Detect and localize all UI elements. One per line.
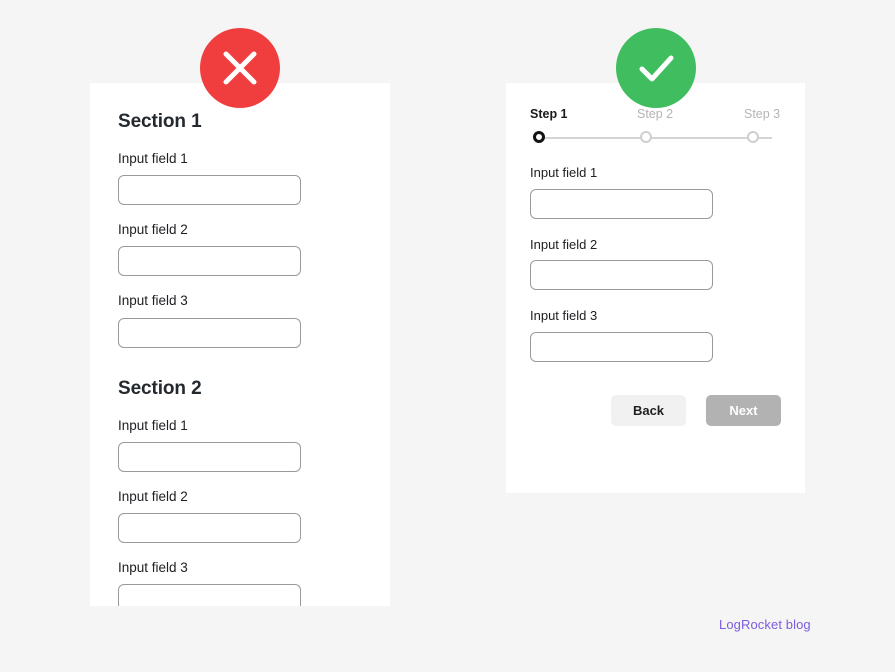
section2-input-1[interactable] — [118, 441, 301, 472]
field-label: Input field 1 — [118, 417, 188, 433]
field-label: Input field 1 — [118, 151, 188, 166]
form-field: Input field 2 — [118, 222, 362, 277]
field-label: Input field 3 — [118, 559, 188, 575]
section2-input-3[interactable] — [118, 584, 301, 606]
section1-input-1[interactable] — [118, 175, 301, 206]
checkmark-icon — [639, 55, 674, 82]
step-dot-2[interactable] — [640, 131, 652, 143]
step-progress-indicator: Step 1 Step 2 Step 3 — [530, 107, 781, 151]
close-x-icon — [223, 51, 257, 85]
section-2-title: Section 2 — [118, 377, 202, 399]
section2-input-2[interactable] — [118, 512, 301, 543]
long-form-card: Section 1 Input field 1 Input field 2 In… — [90, 83, 390, 606]
field-label: Input field 2 — [530, 236, 598, 252]
logrocket-blog-credit[interactable]: LogRocket blog — [719, 617, 811, 632]
step-label-1[interactable]: Step 1 — [530, 107, 568, 121]
form-field: Input field 3 — [118, 560, 362, 606]
section1-input-3[interactable] — [118, 317, 301, 348]
step-dot-1[interactable] — [533, 131, 545, 143]
step-input-3[interactable] — [530, 331, 713, 362]
form-field: Input field 1 — [118, 151, 362, 206]
field-label: Input field 1 — [530, 165, 598, 180]
back-button[interactable]: Back — [611, 394, 686, 426]
form-field: Input field 1 — [118, 418, 362, 472]
field-label: Input field 2 — [118, 488, 188, 504]
step-input-1[interactable] — [530, 188, 713, 219]
field-label: Input field 3 — [118, 293, 188, 309]
form-field: Input field 3 — [118, 293, 362, 348]
stepper-form-card: Step 1 Step 2 Step 3 Input field 1 Input… — [506, 83, 805, 493]
field-label: Input field 2 — [118, 222, 188, 238]
form-actions: Back Next — [530, 394, 781, 426]
step-input-2[interactable] — [530, 260, 713, 291]
form-field: Input field 3 — [530, 308, 781, 362]
success-badge — [616, 28, 696, 108]
comparison-canvas: Section 1 Input field 1 Input field 2 In… — [0, 0, 895, 672]
step-dot-3[interactable] — [747, 131, 759, 143]
field-label: Input field 3 — [530, 308, 598, 324]
form-field: Input field 1 — [530, 165, 781, 219]
step-connector-line — [539, 137, 772, 139]
section1-input-2[interactable] — [118, 246, 301, 277]
section-1-title: Section 1 — [118, 111, 202, 132]
step-label-3[interactable]: Step 3 — [744, 107, 780, 121]
form-field: Input field 2 — [530, 237, 781, 291]
next-button[interactable]: Next — [706, 394, 781, 426]
error-badge — [200, 28, 280, 108]
step-label-2[interactable]: Step 2 — [637, 107, 673, 121]
form-field: Input field 2 — [118, 489, 362, 543]
